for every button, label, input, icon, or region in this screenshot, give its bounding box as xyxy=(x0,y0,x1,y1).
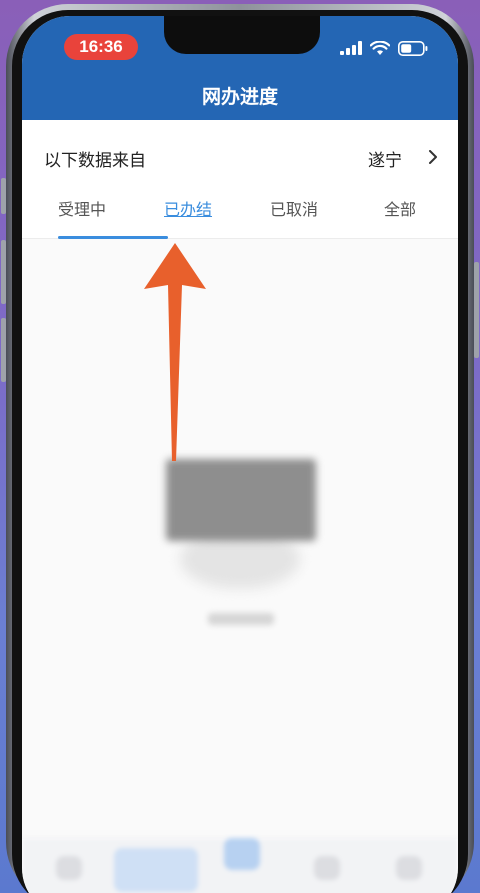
signal-icon xyxy=(340,41,362,55)
status-icons xyxy=(340,40,428,56)
wifi-icon xyxy=(370,40,390,55)
tab-cancelled[interactable]: 已取消 xyxy=(270,198,318,222)
tab-completed[interactable]: 已办结 xyxy=(164,198,212,222)
phone-volume-down xyxy=(1,318,6,382)
app-screen: 16:36 网办进度 以下数据来自 遂宁 受理中 已办结 已取消 全部 xyxy=(22,16,458,893)
nav-service-icon[interactable] xyxy=(114,848,198,892)
phone-volume-up xyxy=(1,240,6,304)
tab-all[interactable]: 全部 xyxy=(384,198,416,222)
nav-home-icon[interactable] xyxy=(56,856,82,880)
data-source-city[interactable]: 遂宁 xyxy=(368,146,402,171)
page-title: 网办进度 xyxy=(201,86,278,108)
data-source-label: 以下数据来自 xyxy=(44,151,146,171)
empty-state-illustration xyxy=(166,459,316,541)
camera-notch xyxy=(164,16,320,54)
nav-profile-icon[interactable] xyxy=(396,856,422,880)
tab-processing[interactable]: 受理中 xyxy=(58,198,106,222)
arrow-up-annotation-icon xyxy=(144,243,206,461)
chevron-right-icon[interactable] xyxy=(426,150,440,164)
app-header: 16:36 网办进度 xyxy=(22,16,458,120)
status-tabs: 受理中 已办结 已取消 全部 xyxy=(22,192,458,239)
nav-center-icon[interactable] xyxy=(224,838,260,870)
bottom-nav-bar xyxy=(22,838,458,893)
nav-message-icon[interactable] xyxy=(314,856,340,880)
empty-state-text xyxy=(208,613,274,625)
battery-icon xyxy=(398,40,428,56)
status-time: 16:36 xyxy=(64,34,138,60)
data-source-row[interactable]: 以下数据来自 遂宁 xyxy=(22,132,458,182)
phone-power-button xyxy=(474,262,479,358)
phone-mute-switch xyxy=(1,178,6,214)
content-area xyxy=(22,239,458,839)
